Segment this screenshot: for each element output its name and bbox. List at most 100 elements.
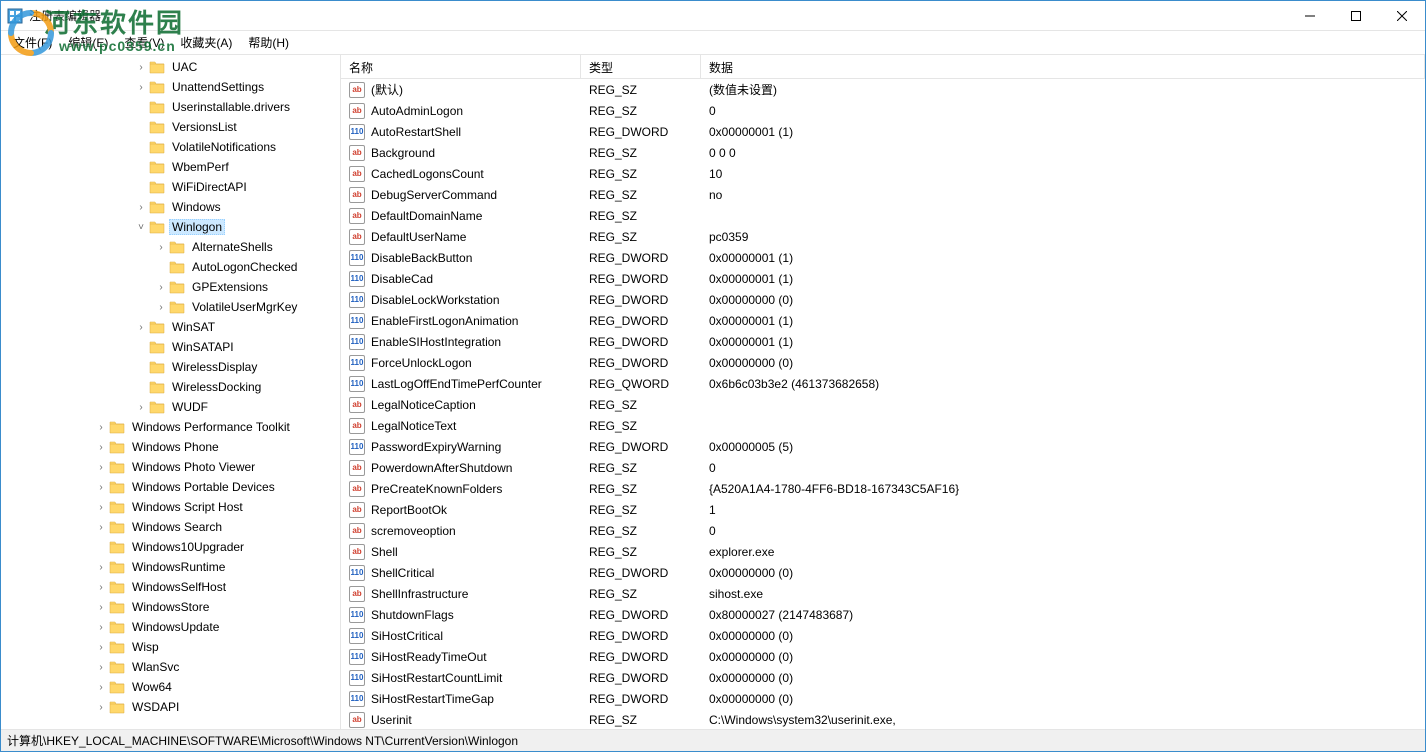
tree-item[interactable]: WbemPerf [3, 157, 340, 177]
expand-icon[interactable]: › [93, 582, 109, 593]
value-row[interactable]: 110LastLogOffEndTimePerfCounterREG_QWORD… [341, 373, 1425, 394]
expand-icon[interactable]: › [133, 202, 149, 213]
expand-icon[interactable]: › [133, 322, 149, 333]
expand-icon[interactable]: › [133, 62, 149, 73]
expand-icon[interactable]: › [93, 422, 109, 433]
value-row[interactable]: 110DisableCadREG_DWORD0x00000001 (1) [341, 268, 1425, 289]
tree-item[interactable]: VolatileNotifications [3, 137, 340, 157]
value-row[interactable]: abAutoAdminLogonREG_SZ0 [341, 100, 1425, 121]
col-data[interactable]: 数据 [701, 55, 1425, 78]
menu-file[interactable]: 文件(F) [5, 31, 60, 54]
value-row[interactable]: ab(默认)REG_SZ(数值未设置) [341, 79, 1425, 100]
tree-item[interactable]: ›VolatileUserMgrKey [3, 297, 340, 317]
expand-icon[interactable]: › [93, 522, 109, 533]
tree-item[interactable]: Windows10Upgrader [3, 537, 340, 557]
value-row[interactable]: 110AutoRestartShellREG_DWORD0x00000001 (… [341, 121, 1425, 142]
value-row[interactable]: abShellREG_SZexplorer.exe [341, 541, 1425, 562]
expand-icon[interactable]: › [93, 562, 109, 573]
tree-item[interactable]: ›AlternateShells [3, 237, 340, 257]
expand-icon[interactable]: › [93, 642, 109, 653]
tree-item[interactable]: ›GPExtensions [3, 277, 340, 297]
tree-item[interactable]: ›UnattendSettings [3, 77, 340, 97]
value-row[interactable]: 110ShellCriticalREG_DWORD0x00000000 (0) [341, 562, 1425, 583]
tree-item[interactable]: WirelessDisplay [3, 357, 340, 377]
value-row[interactable]: 110SiHostCriticalREG_DWORD0x00000000 (0) [341, 625, 1425, 646]
value-row[interactable]: 110EnableFirstLogonAnimationREG_DWORD0x0… [341, 310, 1425, 331]
tree-item[interactable]: VersionsList [3, 117, 340, 137]
value-row[interactable]: abPowerdownAfterShutdownREG_SZ0 [341, 457, 1425, 478]
expand-icon[interactable]: › [93, 702, 109, 713]
expand-icon[interactable]: › [153, 282, 169, 293]
value-row[interactable]: 110ForceUnlockLogonREG_DWORD0x00000000 (… [341, 352, 1425, 373]
tree-item[interactable]: ›WindowsUpdate [3, 617, 340, 637]
expand-icon[interactable]: › [93, 602, 109, 613]
value-row[interactable]: 110PasswordExpiryWarningREG_DWORD0x00000… [341, 436, 1425, 457]
tree-item[interactable]: Userinstallable.drivers [3, 97, 340, 117]
value-row[interactable]: 110SiHostReadyTimeOutREG_DWORD0x00000000… [341, 646, 1425, 667]
tree-item[interactable]: WiFiDirectAPI [3, 177, 340, 197]
tree-item[interactable]: ›Windows Photo Viewer [3, 457, 340, 477]
tree-item[interactable]: ›Windows [3, 197, 340, 217]
expand-icon[interactable]: › [93, 462, 109, 473]
tree-item[interactable]: ›WindowsRuntime [3, 557, 340, 577]
tree-item[interactable]: ›Windows Portable Devices [3, 477, 340, 497]
tree-item[interactable]: ›WindowsStore [3, 597, 340, 617]
menu-view[interactable]: 查看(V) [116, 31, 172, 54]
expand-icon[interactable]: › [133, 402, 149, 413]
tree-item[interactable]: ›Windows Script Host [3, 497, 340, 517]
value-row[interactable]: abReportBootOkREG_SZ1 [341, 499, 1425, 520]
expand-icon[interactable]: › [93, 482, 109, 493]
value-row[interactable]: 110EnableSIHostIntegrationREG_DWORD0x000… [341, 331, 1425, 352]
values-panel[interactable]: 名称 类型 数据 ab(默认)REG_SZ(数值未设置)abAutoAdminL… [341, 55, 1425, 729]
expand-icon[interactable]: › [153, 242, 169, 253]
expand-icon[interactable]: ˅ [133, 222, 149, 233]
value-row[interactable]: abLegalNoticeCaptionREG_SZ [341, 394, 1425, 415]
expand-icon[interactable]: › [93, 662, 109, 673]
menu-help[interactable]: 帮助(H) [240, 31, 297, 54]
value-row[interactable]: 110SiHostRestartTimeGapREG_DWORD0x000000… [341, 688, 1425, 709]
col-type[interactable]: 类型 [581, 55, 701, 78]
expand-icon[interactable]: › [133, 82, 149, 93]
tree-item[interactable]: ›WinSAT [3, 317, 340, 337]
tree-item[interactable]: ›UAC [3, 57, 340, 77]
tree-item[interactable]: ›Windows Phone [3, 437, 340, 457]
menu-favorites[interactable]: 收藏夹(A) [172, 31, 240, 54]
tree-item[interactable]: WirelessDocking [3, 377, 340, 397]
tree-item[interactable]: ›WUDF [3, 397, 340, 417]
expand-icon[interactable]: › [93, 442, 109, 453]
minimize-button[interactable] [1287, 1, 1333, 31]
value-row[interactable]: 110DisableBackButtonREG_DWORD0x00000001 … [341, 247, 1425, 268]
titlebar[interactable]: 注册表编辑器 [1, 1, 1425, 31]
expand-icon[interactable]: › [153, 302, 169, 313]
tree-panel[interactable]: ›UAC›UnattendSettingsUserinstallable.dri… [1, 55, 341, 729]
tree-item[interactable]: ›WindowsSelfHost [3, 577, 340, 597]
tree-item[interactable]: ›WSDAPI [3, 697, 340, 717]
menu-edit[interactable]: 编辑(E) [60, 31, 116, 54]
value-row[interactable]: abDebugServerCommandREG_SZno [341, 184, 1425, 205]
value-row[interactable]: 110DisableLockWorkstationREG_DWORD0x0000… [341, 289, 1425, 310]
value-row[interactable]: abUserinitREG_SZC:\Windows\system32\user… [341, 709, 1425, 729]
tree-item[interactable]: ›Windows Performance Toolkit [3, 417, 340, 437]
tree-item[interactable]: ›Windows Search [3, 517, 340, 537]
maximize-button[interactable] [1333, 1, 1379, 31]
tree-item[interactable]: ›Wisp [3, 637, 340, 657]
tree-item[interactable]: WinSATAPI [3, 337, 340, 357]
value-row[interactable]: abscremoveoptionREG_SZ0 [341, 520, 1425, 541]
value-row[interactable]: abShellInfrastructureREG_SZsihost.exe [341, 583, 1425, 604]
value-row[interactable]: 110ShutdownFlagsREG_DWORD0x80000027 (214… [341, 604, 1425, 625]
value-row[interactable]: abBackgroundREG_SZ0 0 0 [341, 142, 1425, 163]
expand-icon[interactable]: › [93, 622, 109, 633]
value-row[interactable]: abLegalNoticeTextREG_SZ [341, 415, 1425, 436]
close-button[interactable] [1379, 1, 1425, 31]
value-row[interactable]: abPreCreateKnownFoldersREG_SZ{A520A1A4-1… [341, 478, 1425, 499]
tree-item[interactable]: ˅Winlogon [3, 217, 340, 237]
tree-item[interactable]: ›WlanSvc [3, 657, 340, 677]
tree-item[interactable]: AutoLogonChecked [3, 257, 340, 277]
value-row[interactable]: abDefaultUserNameREG_SZpc0359 [341, 226, 1425, 247]
col-name[interactable]: 名称 [341, 55, 581, 78]
tree-item[interactable]: ›Wow64 [3, 677, 340, 697]
value-row[interactable]: abDefaultDomainNameREG_SZ [341, 205, 1425, 226]
value-row[interactable]: abCachedLogonsCountREG_SZ10 [341, 163, 1425, 184]
expand-icon[interactable]: › [93, 682, 109, 693]
value-row[interactable]: 110SiHostRestartCountLimitREG_DWORD0x000… [341, 667, 1425, 688]
